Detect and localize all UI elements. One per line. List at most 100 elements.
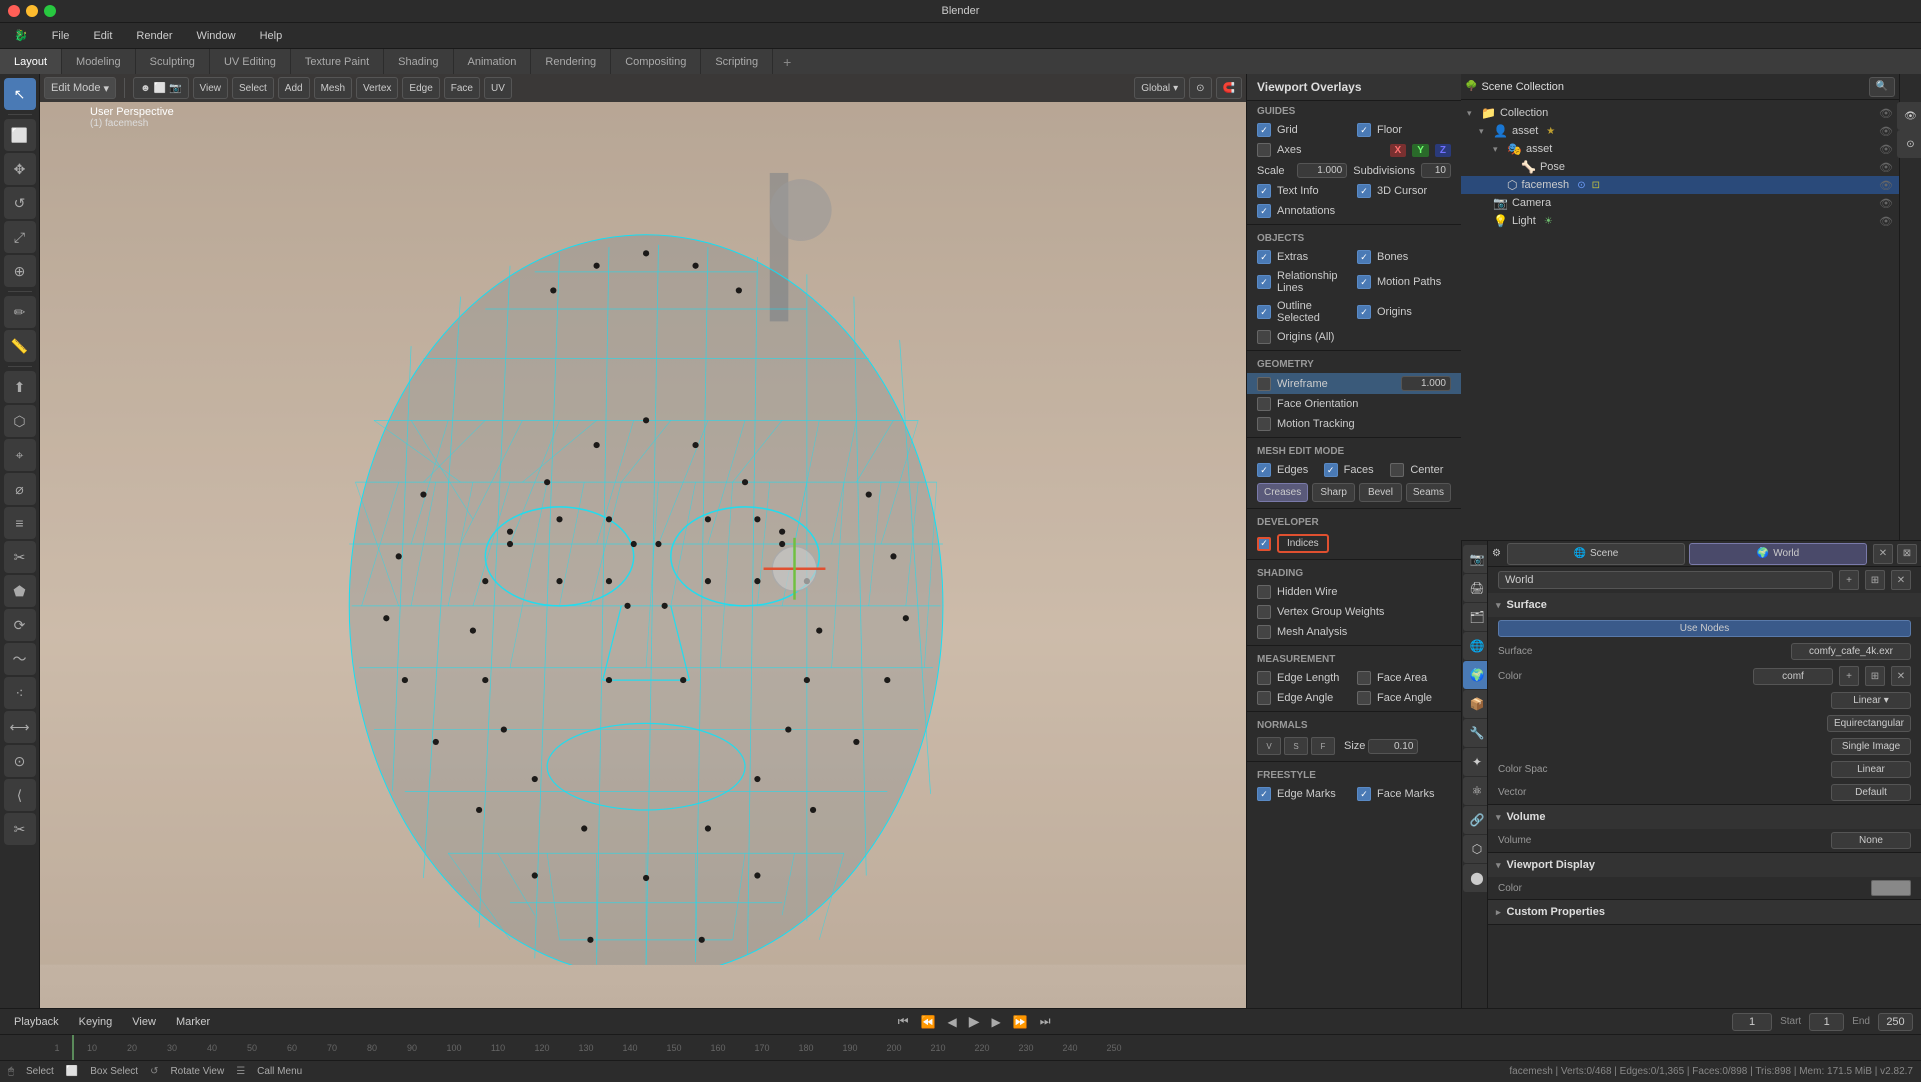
vector-dropdown[interactable]: Default bbox=[1831, 784, 1911, 801]
tree-collection[interactable]: ▾ 📁 Collection 👁 bbox=[1461, 104, 1899, 122]
use-nodes-btn[interactable]: Use Nodes bbox=[1498, 620, 1911, 637]
select-menu[interactable]: Select bbox=[232, 77, 274, 99]
knife-tool[interactable]: ✂ bbox=[4, 541, 36, 573]
rotate-tool[interactable]: ↺ bbox=[4, 187, 36, 219]
select-toggle[interactable]: ⊙ bbox=[1897, 130, 1921, 158]
viewport-display-header[interactable]: ▾ Viewport Display bbox=[1488, 853, 1921, 877]
menu-help[interactable]: Help bbox=[254, 28, 289, 44]
motion-paths-checkbox[interactable] bbox=[1357, 275, 1371, 289]
indices-button[interactable]: Indices bbox=[1277, 534, 1329, 553]
face-menu[interactable]: Face bbox=[444, 77, 480, 99]
split-normals-btn[interactable]: S bbox=[1284, 737, 1308, 755]
edge-length-checkbox[interactable] bbox=[1257, 671, 1271, 685]
smooth-tool[interactable]: 〜 bbox=[4, 643, 36, 675]
add-workspace-button[interactable]: + bbox=[773, 54, 801, 70]
edge-marks-checkbox[interactable] bbox=[1257, 787, 1271, 801]
center-checkbox[interactable] bbox=[1390, 463, 1404, 477]
window-controls[interactable] bbox=[8, 5, 56, 17]
bevel-button[interactable]: Bevel bbox=[1359, 483, 1402, 502]
grid-checkbox[interactable] bbox=[1257, 123, 1271, 137]
viewport-3d[interactable]: Edit Mode ▾ ☻ ⬜ 📷 View Select Add Mesh V… bbox=[40, 74, 1246, 1008]
axis-x-btn[interactable]: X bbox=[1390, 144, 1407, 157]
close-window-button[interactable] bbox=[8, 5, 20, 17]
tree-camera[interactable]: 📷 Camera 👁 bbox=[1461, 194, 1899, 212]
bevel-tool[interactable]: ⌖ bbox=[4, 439, 36, 471]
tab-animation[interactable]: Animation bbox=[454, 49, 532, 75]
extrude-tool[interactable]: ⬆ bbox=[4, 371, 36, 403]
face-marks-checkbox[interactable] bbox=[1357, 787, 1371, 801]
face-area-checkbox[interactable] bbox=[1357, 671, 1371, 685]
axes-checkbox[interactable] bbox=[1257, 143, 1271, 157]
jump-end-btn[interactable]: ⏭ bbox=[1038, 1014, 1053, 1029]
tree-pose[interactable]: 🦴 Pose 👁 bbox=[1461, 158, 1899, 176]
outliner-filter-btn[interactable]: 🔍 bbox=[1869, 77, 1895, 97]
current-frame-input[interactable] bbox=[1732, 1013, 1772, 1031]
sharp-button[interactable]: Sharp bbox=[1312, 483, 1355, 502]
view-menu[interactable]: View bbox=[193, 77, 229, 99]
add-menu[interactable]: Add bbox=[278, 77, 310, 99]
hidden-wire-checkbox[interactable] bbox=[1257, 585, 1271, 599]
minimize-window-button[interactable] bbox=[26, 5, 38, 17]
scale-tool[interactable]: ⤢ bbox=[4, 221, 36, 253]
tab-scripting[interactable]: Scripting bbox=[701, 49, 773, 75]
linear-dropdown[interactable]: Linear ▾ bbox=[1831, 692, 1911, 709]
cursor-3d-checkbox[interactable] bbox=[1357, 184, 1371, 198]
floor-checkbox[interactable] bbox=[1357, 123, 1371, 137]
color-copy-btn[interactable]: ⊞ bbox=[1865, 666, 1885, 686]
tab-shading[interactable]: Shading bbox=[384, 49, 453, 75]
menu-edit[interactable]: Edit bbox=[87, 28, 118, 44]
menu-window[interactable]: Window bbox=[190, 28, 241, 44]
menu-file[interactable]: File bbox=[46, 28, 76, 44]
axis-z-btn[interactable]: Z bbox=[1435, 144, 1451, 157]
start-frame-input[interactable] bbox=[1809, 1013, 1844, 1031]
extras-checkbox[interactable] bbox=[1257, 250, 1271, 264]
end-frame-input[interactable] bbox=[1878, 1013, 1913, 1031]
scale-input[interactable] bbox=[1297, 163, 1347, 178]
measure-tool[interactable]: 📏 bbox=[4, 330, 36, 362]
randomize-tool[interactable]: ⁖ bbox=[4, 677, 36, 709]
wireframe-checkbox[interactable] bbox=[1257, 377, 1271, 391]
maximize-window-button[interactable] bbox=[44, 5, 56, 17]
poly-build-tool[interactable]: ⬟ bbox=[4, 575, 36, 607]
shrink-tool[interactable]: ⊙ bbox=[4, 745, 36, 777]
viewport-color-swatch[interactable] bbox=[1871, 880, 1911, 896]
volume-header[interactable]: ▾ Volume bbox=[1488, 805, 1921, 829]
shear-tool[interactable]: ⟨ bbox=[4, 779, 36, 811]
face-normals-btn[interactable]: F bbox=[1311, 737, 1335, 755]
rip-tool[interactable]: ✂ bbox=[4, 813, 36, 845]
edge-slide-tool[interactable]: ⟷ bbox=[4, 711, 36, 743]
timeline-ruler[interactable]: 1 10 20 30 40 50 60 70 80 90 100 110 120… bbox=[0, 1034, 1921, 1060]
transform-tool[interactable]: ⊕ bbox=[4, 255, 36, 287]
vertex-normals-btn[interactable]: V bbox=[1257, 737, 1281, 755]
mesh-menu[interactable]: Mesh bbox=[314, 77, 352, 99]
outline-checkbox[interactable] bbox=[1257, 305, 1271, 319]
single-image-dropdown[interactable]: Single Image bbox=[1831, 738, 1911, 755]
world-tab[interactable]: 🌍 World bbox=[1689, 543, 1867, 565]
tree-asset-child[interactable]: ▾ 🎭 asset 👁 bbox=[1461, 140, 1899, 158]
play-btn[interactable]: ▶ bbox=[967, 1013, 982, 1030]
indices-checkbox[interactable] bbox=[1257, 537, 1271, 551]
world-unlink-btn[interactable]: ✕ bbox=[1891, 570, 1911, 590]
menu-render[interactable]: Render bbox=[130, 28, 178, 44]
prev-frame-btn[interactable]: ◀ bbox=[946, 1015, 959, 1029]
edit-mode-selector[interactable]: Edit Mode ▾ bbox=[44, 77, 116, 99]
grab-tool[interactable]: ✥ bbox=[4, 153, 36, 185]
color-unlink-btn[interactable]: ✕ bbox=[1891, 666, 1911, 686]
motion-tracking-checkbox[interactable] bbox=[1257, 417, 1271, 431]
snapping[interactable]: 🧲 bbox=[1216, 77, 1242, 99]
wireframe-value-input[interactable] bbox=[1401, 376, 1451, 391]
prev-keyframe-btn[interactable]: ⏪ bbox=[919, 1015, 938, 1029]
world-copy-btn[interactable]: ⊞ bbox=[1865, 570, 1885, 590]
custom-props-header[interactable]: ▸ Custom Properties bbox=[1488, 900, 1921, 924]
world-new-btn[interactable]: + bbox=[1839, 570, 1859, 590]
origins-checkbox[interactable] bbox=[1357, 305, 1371, 319]
tab-modeling[interactable]: Modeling bbox=[62, 49, 136, 75]
text-info-checkbox[interactable] bbox=[1257, 184, 1271, 198]
axis-y-btn[interactable]: Y bbox=[1412, 144, 1429, 157]
playback-menu[interactable]: Playback bbox=[8, 1014, 65, 1030]
uv-menu[interactable]: UV bbox=[484, 77, 512, 99]
cursor-tool[interactable]: ↖ bbox=[4, 78, 36, 110]
surface-dropdown[interactable]: comfy_cafe_4k.exr bbox=[1791, 643, 1911, 660]
proportional-edit[interactable]: ⊙ bbox=[1189, 77, 1211, 99]
tab-layout[interactable]: Layout bbox=[0, 49, 62, 75]
